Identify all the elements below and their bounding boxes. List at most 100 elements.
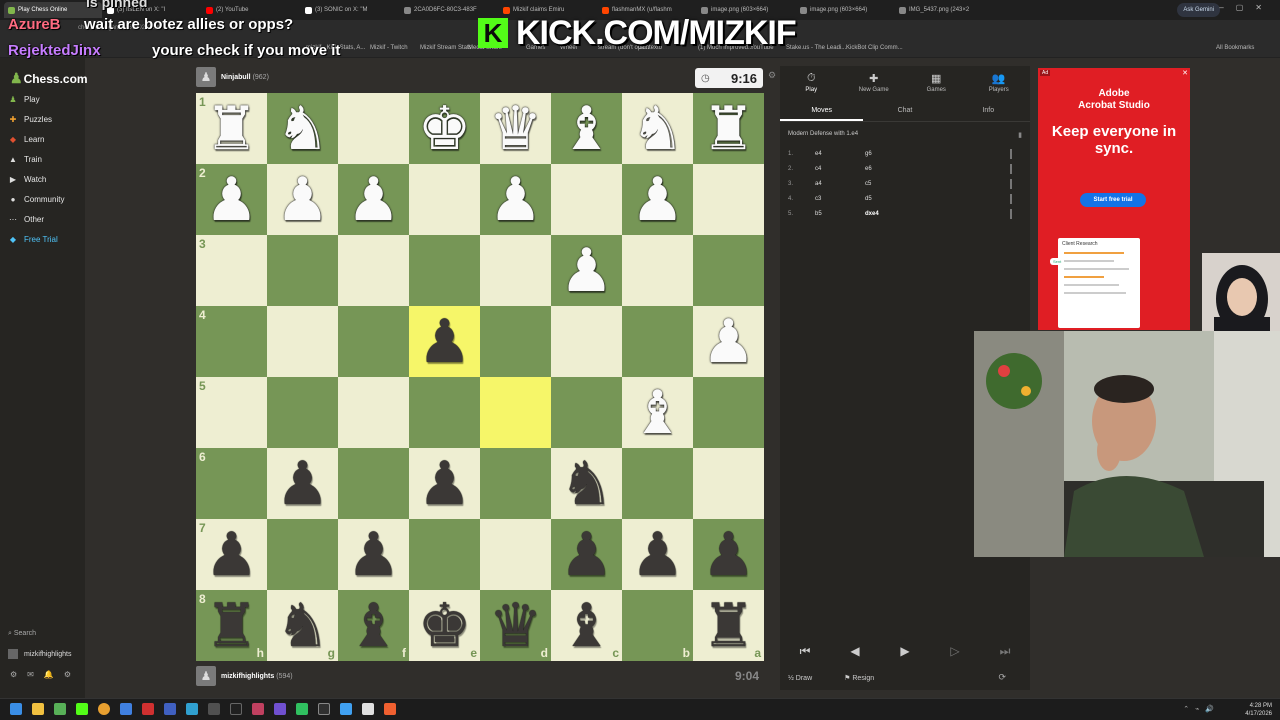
- resign-button[interactable]: ⚑ Resign: [844, 674, 890, 682]
- avatar[interactable]: ♟: [196, 666, 216, 686]
- board-square[interactable]: c ♝: [551, 590, 622, 661]
- board-square[interactable]: ♟: [551, 519, 622, 590]
- board-square[interactable]: 1 ♜: [196, 93, 267, 164]
- board-square[interactable]: [693, 448, 764, 519]
- browser-tab[interactable]: IMG_5437.png (243×2: [895, 2, 993, 18]
- window-controls[interactable]: –▢✕: [1219, 3, 1274, 12]
- sidebar-item-play[interactable]: ♟ Play: [8, 95, 39, 104]
- sidebar-item-other[interactable]: ⋯ Other: [8, 215, 44, 224]
- sidebar-item-learn[interactable]: ◆ Learn: [8, 135, 45, 144]
- app-icon[interactable]: [54, 703, 66, 715]
- board-square[interactable]: ♟: [409, 448, 480, 519]
- white-bishop-piece[interactable]: ♝: [631, 383, 685, 443]
- white-knight-piece[interactable]: ♞: [631, 99, 685, 159]
- board-square[interactable]: [338, 448, 409, 519]
- app-icon[interactable]: [384, 703, 396, 715]
- board-square[interactable]: e ♚: [409, 590, 480, 661]
- tab-new-game[interactable]: ✚ New Game: [843, 66, 906, 98]
- black-bishop-piece[interactable]: ♝: [560, 596, 614, 656]
- white-rook-piece[interactable]: ♜: [205, 99, 259, 159]
- bookmark-item[interactable]: Mizkif Stream Stats: [420, 45, 472, 51]
- board-square[interactable]: ♚: [409, 93, 480, 164]
- board-square[interactable]: [480, 377, 551, 448]
- board-square[interactable]: ♛: [480, 93, 551, 164]
- board-square[interactable]: ♞: [622, 93, 693, 164]
- bottom-player-name[interactable]: mizkifhighlights: [221, 673, 274, 680]
- white-pawn-piece[interactable]: ♟: [205, 170, 259, 230]
- board-square[interactable]: 3: [196, 235, 267, 306]
- subtab-moves[interactable]: Moves: [780, 102, 864, 121]
- subtab-chat[interactable]: Chat: [863, 102, 946, 121]
- bookmark-item[interactable]: All Bookmarks: [1216, 45, 1254, 51]
- system-tray[interactable]: ⌃⌁🔊: [1183, 705, 1220, 713]
- board-square[interactable]: [338, 235, 409, 306]
- flip-board-icon[interactable]: ⟳: [998, 672, 1006, 683]
- white-pawn-piece[interactable]: ♟: [631, 170, 685, 230]
- app-icon[interactable]: [208, 703, 220, 715]
- board-square[interactable]: ♟: [551, 235, 622, 306]
- black-queen-piece[interactable]: ♛: [489, 596, 543, 656]
- board-square[interactable]: ♝: [622, 377, 693, 448]
- app-icon[interactable]: [120, 703, 132, 715]
- taskbar-clock[interactable]: 4:28 PM 4/17/2026: [1245, 702, 1272, 718]
- app-icon[interactable]: [164, 703, 176, 715]
- white-pawn-piece[interactable]: ♟: [489, 170, 543, 230]
- sidebar-item-free-trial[interactable]: ◆ Free Trial: [8, 235, 58, 244]
- close-icon[interactable]: ✕: [1182, 69, 1188, 77]
- white-move[interactable]: e4: [815, 151, 865, 157]
- app-icon[interactable]: [142, 703, 154, 715]
- board-square[interactable]: ♟: [693, 519, 764, 590]
- next-move-button[interactable]: ▶: [885, 644, 925, 658]
- board-square[interactable]: [480, 235, 551, 306]
- app-icon[interactable]: [230, 703, 242, 715]
- black-pawn-piece[interactable]: ♟: [560, 525, 614, 585]
- black-bishop-piece[interactable]: ♝: [347, 596, 401, 656]
- board-square[interactable]: ♟: [622, 519, 693, 590]
- board-square[interactable]: ♟: [338, 164, 409, 235]
- black-move[interactable]: dxe4: [865, 211, 925, 217]
- board-square[interactable]: [338, 377, 409, 448]
- board-settings-icon[interactable]: ⚙: [768, 70, 776, 81]
- adobe-ad[interactable]: Ad ✕ Adobe Acrobat Studio Keep everyone …: [1038, 68, 1190, 330]
- black-rook-piece[interactable]: ♜: [702, 596, 756, 656]
- board-square[interactable]: 4: [196, 306, 267, 377]
- board-square[interactable]: [409, 164, 480, 235]
- black-knight-piece[interactable]: ♞: [560, 454, 614, 514]
- board-square[interactable]: [551, 306, 622, 377]
- board-square[interactable]: 6: [196, 448, 267, 519]
- board-square[interactable]: ♟: [409, 306, 480, 377]
- kick-icon[interactable]: [76, 703, 88, 715]
- board-square[interactable]: d ♛: [480, 590, 551, 661]
- white-move[interactable]: c4: [815, 166, 865, 172]
- tab-players[interactable]: 👥 Players: [968, 66, 1031, 98]
- avatar[interactable]: ♟: [196, 67, 216, 87]
- black-pawn-piece[interactable]: ♟: [276, 454, 330, 514]
- ask-gemini-button[interactable]: Ask Gemini: [1177, 3, 1220, 17]
- board-square[interactable]: ♞: [551, 448, 622, 519]
- app-icon[interactable]: [186, 703, 198, 715]
- board-square[interactable]: [409, 235, 480, 306]
- previous-move-button[interactable]: ◀: [835, 644, 875, 658]
- black-move[interactable]: d5: [865, 196, 925, 202]
- file-explorer-icon[interactable]: [32, 703, 44, 715]
- browser-tab[interactable]: (3) SONIC on X: "M: [301, 2, 399, 18]
- board-square[interactable]: 8 h ♜: [196, 590, 267, 661]
- start-free-trial-button[interactable]: Start free trial: [1080, 193, 1146, 207]
- windows-start-icon[interactable]: [10, 703, 22, 715]
- board-square[interactable]: ♜: [693, 93, 764, 164]
- board-square[interactable]: 2 ♟: [196, 164, 267, 235]
- tab-play[interactable]: ⏱ Play: [780, 66, 843, 98]
- white-pawn-piece[interactable]: ♟: [560, 241, 614, 301]
- board-square[interactable]: [693, 164, 764, 235]
- book-icon[interactable]: ▮: [1018, 131, 1022, 139]
- board-square[interactable]: ♟: [338, 519, 409, 590]
- board-square[interactable]: ♟: [693, 306, 764, 377]
- app-icon[interactable]: [362, 703, 374, 715]
- app-icon[interactable]: [252, 703, 264, 715]
- white-move[interactable]: c3: [815, 196, 865, 202]
- board-square[interactable]: [409, 519, 480, 590]
- board-square[interactable]: [338, 93, 409, 164]
- last-move-button[interactable]: ⏭: [985, 644, 1025, 659]
- board-square[interactable]: [480, 519, 551, 590]
- black-move[interactable]: c5: [865, 181, 925, 187]
